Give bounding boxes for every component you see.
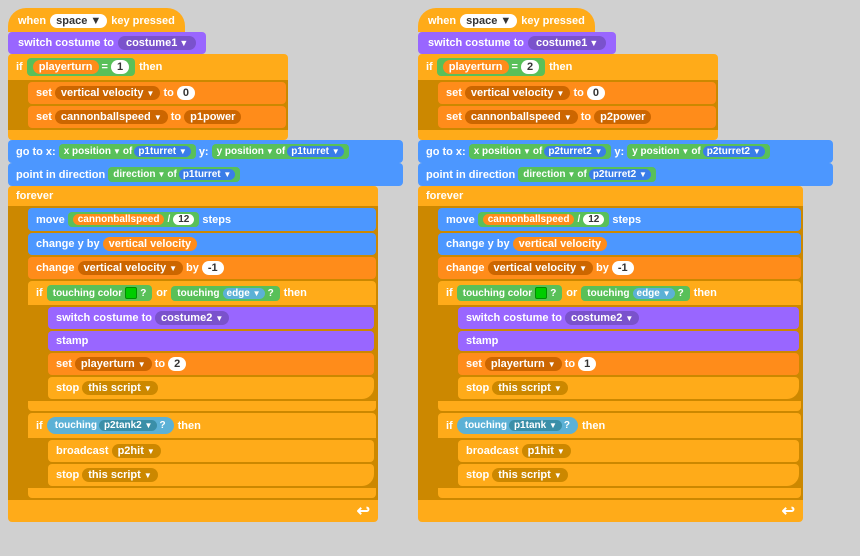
if-block-1: if playerturn = 1 then set vertical velo…: [8, 54, 288, 140]
move-2[interactable]: move cannonballspeed / 12 steps: [438, 208, 801, 231]
change-y-1[interactable]: change y by vertical velocity: [28, 233, 376, 255]
broadcast-1[interactable]: broadcast p2hit ▼: [48, 440, 374, 462]
move-1[interactable]: move cannonballspeed / 12 steps: [28, 208, 376, 231]
set-velocity-1[interactable]: set vertical velocity ▼ to 0: [28, 82, 286, 104]
change-velocity-2[interactable]: change vertical velocity ▼ by -1: [438, 257, 801, 279]
if-top-1[interactable]: if playerturn = 1 then: [8, 54, 288, 80]
switch-costume-2[interactable]: switch costume to costume1 ▼: [418, 32, 616, 54]
stamp-2[interactable]: stamp: [458, 331, 799, 351]
switch-costume-1[interactable]: switch costume to costume1 ▼: [8, 32, 206, 54]
script-column-2: when space ▼ key pressed switch costume …: [418, 8, 833, 522]
stop-2a[interactable]: stop this script ▼: [458, 377, 799, 399]
set-cannonball-2[interactable]: set cannonballspeed ▼ to p2power: [438, 106, 716, 128]
key-dropdown-1[interactable]: space ▼: [50, 14, 107, 28]
if-touching-2: if touching p1tank ▼ ? then broadcast p1…: [438, 413, 801, 498]
set-playerturn-2[interactable]: set playerturn ▼ to 2: [48, 353, 374, 375]
stamp-1[interactable]: stamp: [48, 331, 374, 351]
hat-block-2[interactable]: when space ▼ key pressed: [418, 8, 595, 32]
if-color-edge-2: if touching color ? or touching edge ▼ ?…: [438, 281, 801, 411]
change-y-2[interactable]: change y by vertical velocity: [438, 233, 801, 255]
point-direction-1[interactable]: point in direction direction ▼ of p1turr…: [8, 163, 403, 186]
set-velocity-2[interactable]: set vertical velocity ▼ to 0: [438, 82, 716, 104]
switch-costume-2b[interactable]: switch costume to costume2 ▼: [458, 307, 799, 329]
key-dropdown-2[interactable]: space ▼: [460, 14, 517, 28]
change-velocity-1[interactable]: change vertical velocity ▼ by -1: [28, 257, 376, 279]
goto-2[interactable]: go to x: x position ▼ of p2turret2 ▼ y: …: [418, 140, 833, 163]
switch-costume-2a[interactable]: switch costume to costume2 ▼: [48, 307, 374, 329]
forever-block-2: forever move cannonballspeed / 12 steps …: [418, 186, 803, 522]
stop-1b[interactable]: stop this script ▼: [48, 464, 374, 486]
broadcast-2[interactable]: broadcast p1hit ▼: [458, 440, 799, 462]
point-direction-2[interactable]: point in direction direction ▼ of p2turr…: [418, 163, 833, 186]
set-cannonball-1[interactable]: set cannonballspeed ▼ to p1power: [28, 106, 286, 128]
hat-block-1[interactable]: when space ▼ key pressed: [8, 8, 185, 32]
hat-label-1: when: [18, 15, 46, 27]
if-block-2: if playerturn = 2 then set vertical velo…: [418, 54, 718, 140]
if-color-edge-1: if touching color ? or touching edge ▼ ?…: [28, 281, 376, 411]
set-playerturn-1[interactable]: set playerturn ▼ to 1: [458, 353, 799, 375]
forever-block-1: forever move cannonballspeed / 12 steps …: [8, 186, 378, 522]
goto-1[interactable]: go to x: x position ▼ of p1turret ▼ y: y…: [8, 140, 403, 163]
stop-1a[interactable]: stop this script ▼: [48, 377, 374, 399]
stop-2b[interactable]: stop this script ▼: [458, 464, 799, 486]
script-column-1: when space ▼ key pressed switch costume …: [8, 8, 403, 522]
if-touching-1: if touching p2tank2 ▼ ? then broadcast p…: [28, 413, 376, 498]
